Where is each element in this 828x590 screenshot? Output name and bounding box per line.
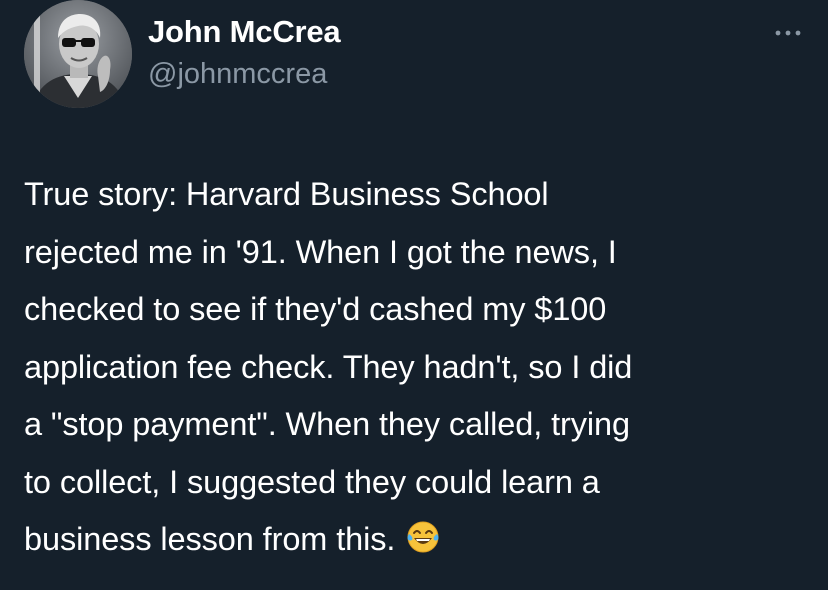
more-icon (775, 30, 801, 36)
more-options-button[interactable] (768, 14, 808, 48)
tweet-body: True story: Harvard Business School reje… (24, 176, 633, 557)
user-handle[interactable]: @johnmccrea (148, 58, 327, 91)
tweet-text: True story: Harvard Business School reje… (24, 166, 814, 569)
avatar[interactable] (24, 0, 132, 108)
tweet: John McCrea @johnmccrea True story: Harv… (0, 0, 828, 590)
display-name[interactable]: John McCrea (148, 14, 341, 50)
profile-photo (24, 0, 132, 108)
tears-of-joy-emoji-icon (406, 520, 440, 554)
